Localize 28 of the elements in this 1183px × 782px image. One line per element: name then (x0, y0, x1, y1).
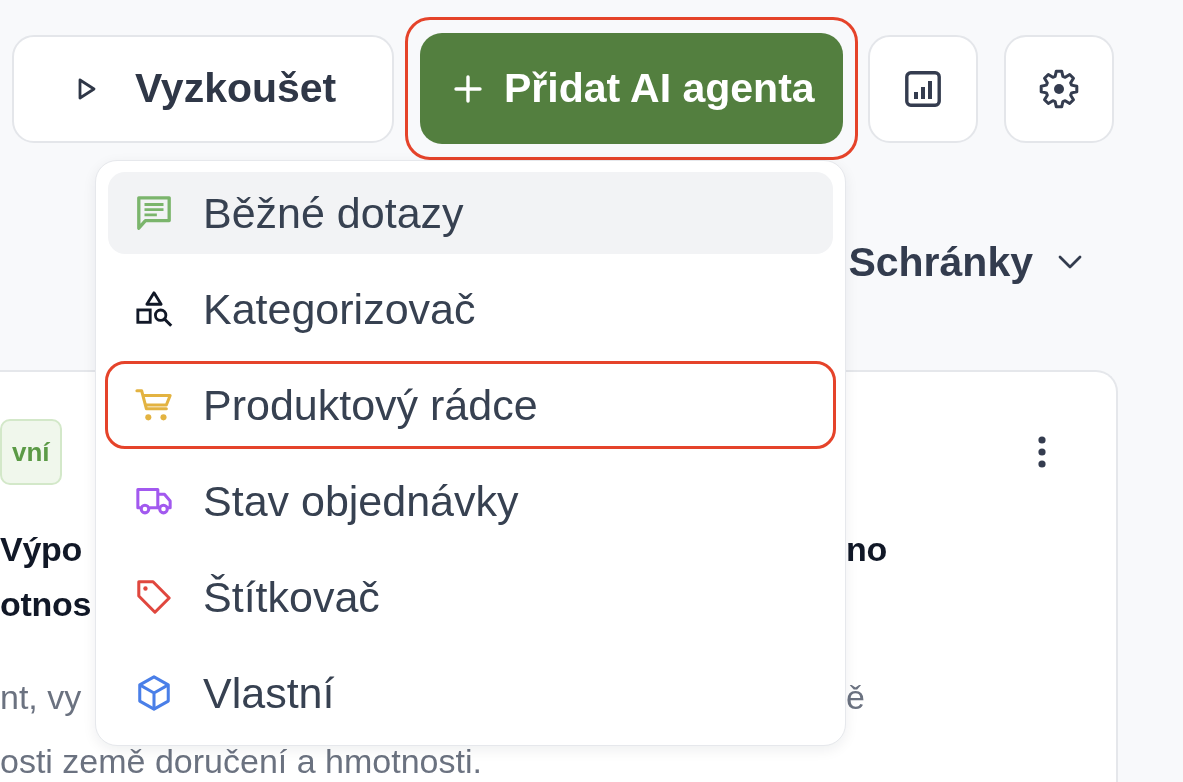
card-title-fragment: Výpo (0, 529, 82, 570)
menu-item[interactable]: Kategorizovač (105, 265, 836, 353)
try-button[interactable]: Vyzkoušet (12, 34, 394, 143)
menu-item[interactable]: Běžné dotazy (105, 169, 836, 257)
settings-button[interactable] (1003, 34, 1114, 143)
tag-icon (135, 578, 173, 616)
card-title-fragment: otnos (0, 584, 92, 625)
kebab-menu-icon[interactable] (1037, 436, 1047, 468)
chevron-down-icon (1058, 255, 1082, 269)
inbox-filter[interactable]: Schránky (848, 237, 1082, 287)
shapes-search-icon (135, 290, 173, 328)
cube-icon (135, 674, 173, 712)
bar-chart-icon (904, 70, 941, 107)
menu-item[interactable]: Produktový rádce (105, 361, 836, 449)
add-agent-button[interactable]: Přidat AI agenta (420, 33, 843, 144)
card-description-fragment: nt, vy (0, 677, 82, 718)
stats-button[interactable] (867, 34, 978, 143)
menu-item[interactable]: Stav objednávky (105, 457, 836, 545)
card-description-fragment: osti země doručení a hmotnosti. (0, 743, 482, 779)
settings-icon (1038, 68, 1079, 109)
status-badge: vní (0, 419, 62, 485)
card-title-fragment: no (846, 529, 887, 570)
chat-icon (135, 194, 173, 232)
menu-item[interactable]: Vlastní (105, 649, 836, 737)
card-description-fragment: ě (846, 677, 865, 718)
play-icon (78, 77, 96, 100)
menu-item[interactable]: Štítkovač (105, 553, 836, 641)
plus-icon (454, 74, 482, 103)
